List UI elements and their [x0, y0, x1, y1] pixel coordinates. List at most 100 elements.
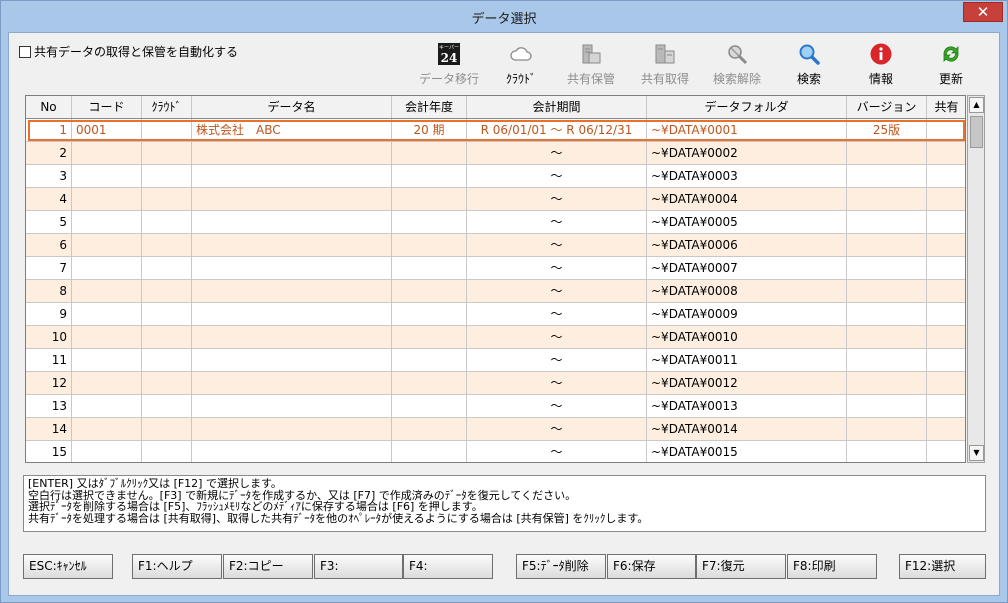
table-row[interactable]: 13 〜 ~¥DATA¥0013: [26, 395, 965, 418]
table-row[interactable]: 12 〜 ~¥DATA¥0012: [26, 372, 965, 395]
table-row[interactable]: 3 〜 ~¥DATA¥0003: [26, 165, 965, 188]
refresh-icon: [943, 46, 959, 62]
cell-cloud: [142, 188, 192, 210]
col-header-folder[interactable]: データフォルダ: [647, 96, 847, 118]
cell-year: [392, 418, 467, 440]
vertical-scrollbar[interactable]: ▲ ▼: [967, 95, 985, 463]
data-table[interactable]: No コード ｸﾗｳﾄﾞ データ名 会計年度 会計期間 データフォルダ バージョ…: [25, 95, 966, 463]
f4-button[interactable]: F4:: [403, 554, 493, 579]
cell-folder: ~¥DATA¥0008: [647, 280, 847, 302]
close-button[interactable]: ✕: [963, 2, 1003, 22]
table-row[interactable]: 10 〜 ~¥DATA¥0010: [26, 326, 965, 349]
auto-share-checkbox[interactable]: 共有データの取得と保管を自動化する: [19, 43, 238, 60]
col-header-period[interactable]: 会計期間: [467, 96, 647, 118]
table-row[interactable]: 8 〜 ~¥DATA¥0008: [26, 280, 965, 303]
cell-year: [392, 441, 467, 462]
toolbar-share-get-label: 共有取得: [640, 72, 689, 86]
title-bar[interactable]: データ選択 ✕: [1, 1, 1007, 32]
cell-period: 〜: [467, 395, 647, 417]
cell-name: [192, 372, 392, 394]
scroll-thumb[interactable]: [970, 116, 983, 148]
cell-shared: [927, 418, 965, 440]
f1-help-button[interactable]: F1:ヘルプ: [132, 554, 222, 579]
cell-version: 25版: [847, 119, 927, 141]
cell-shared: [927, 441, 965, 462]
table-row[interactable]: 2 〜 ~¥DATA¥0002: [26, 142, 965, 165]
scroll-down-button[interactable]: ▼: [969, 445, 984, 461]
col-header-cloud[interactable]: ｸﾗｳﾄﾞ: [142, 96, 192, 118]
table-row[interactable]: 4 〜 ~¥DATA¥0004: [26, 188, 965, 211]
table-row[interactable]: 6 〜 ~¥DATA¥0006: [26, 234, 965, 257]
cell-cloud: [142, 257, 192, 279]
col-header-name[interactable]: データ名: [192, 96, 392, 118]
f3-button[interactable]: F3:: [314, 554, 403, 579]
cell-version: [847, 395, 927, 417]
toolbar-migrate-button[interactable]: キーパー 24 データ移行: [419, 42, 479, 86]
toolbar-share-get-button[interactable]: 共有取得: [635, 42, 695, 86]
auto-share-label: 共有データの取得と保管を自動化する: [34, 45, 239, 59]
cell-cloud: [142, 211, 192, 233]
col-header-shared[interactable]: 共有: [927, 96, 965, 118]
cell-name: [192, 349, 392, 371]
f6-save-button[interactable]: F6:保存: [607, 554, 696, 579]
table-row[interactable]: 5 〜 ~¥DATA¥0005: [26, 211, 965, 234]
table-row[interactable]: 14 〜 ~¥DATA¥0014: [26, 418, 965, 441]
col-header-version[interactable]: バージョン: [847, 96, 927, 118]
col-header-code[interactable]: コード: [72, 96, 142, 118]
cell-folder: ~¥DATA¥0015: [647, 441, 847, 462]
keeper24-logo-icon: キーパー 24: [438, 43, 460, 65]
cell-shared: [927, 395, 965, 417]
window-title: データ選択: [471, 12, 537, 27]
col-header-year[interactable]: 会計年度: [392, 96, 467, 118]
f7-restore-button[interactable]: F7:復元: [696, 554, 786, 579]
f2-copy-button[interactable]: F2:コピー: [223, 554, 313, 579]
toolbar-search-clear-label: 検索解除: [712, 72, 761, 86]
cell-name: [192, 326, 392, 348]
cell-code: [72, 441, 142, 462]
cell-period: 〜: [467, 280, 647, 302]
cell-year: [392, 234, 467, 256]
cell-name: 株式会社 ABC: [192, 119, 392, 141]
cell-year: [392, 165, 467, 187]
cell-folder: ~¥DATA¥0004: [647, 188, 847, 210]
scroll-up-button[interactable]: ▲: [969, 97, 984, 113]
table-row[interactable]: 15 〜 ~¥DATA¥0015: [26, 441, 965, 462]
cell-cloud: [142, 349, 192, 371]
col-header-no[interactable]: No: [26, 96, 72, 118]
table-row[interactable]: 9 〜 ~¥DATA¥0009: [26, 303, 965, 326]
help-text-box: [ENTER] 又はﾀﾞﾌﾞﾙｸﾘｯｸ又は [F12] で選択します。 空白行は…: [23, 475, 986, 532]
toolbar-cloud-button[interactable]: ｸﾗｳﾄﾞ: [491, 42, 551, 86]
cell-no: 8: [26, 280, 72, 302]
cell-name: [192, 418, 392, 440]
toolbar-share-store-button[interactable]: 共有保管: [561, 42, 621, 86]
toolbar-search-clear-button[interactable]: 検索解除: [707, 42, 767, 86]
esc-cancel-button[interactable]: ESC:ｷｬﾝｾﾙ: [23, 554, 113, 579]
cell-folder: ~¥DATA¥0012: [647, 372, 847, 394]
toolbar-info-button[interactable]: 情報: [851, 42, 911, 86]
cell-folder: ~¥DATA¥0013: [647, 395, 847, 417]
f12-select-button[interactable]: F12:選択: [899, 554, 986, 579]
help-line: 共有ﾃﾞｰﾀを処理する場合は [共有取得]、取得した共有ﾃﾞｰﾀを他のｵﾍﾟﾚｰ…: [28, 511, 649, 525]
cell-shared: [927, 372, 965, 394]
toolbar-refresh-button[interactable]: 更新: [921, 42, 981, 86]
cell-name: [192, 211, 392, 233]
cell-code: [72, 303, 142, 325]
cell-period: 〜: [467, 326, 647, 348]
f8-print-button[interactable]: F8:印刷: [787, 554, 877, 579]
cell-code: [72, 142, 142, 164]
cell-no: 13: [26, 395, 72, 417]
table-row[interactable]: 1 0001 株式会社 ABC 20 期R 06/01/01 〜 R 06/12/31…: [26, 119, 965, 142]
table-row[interactable]: 7 〜 ~¥DATA¥0007: [26, 257, 965, 280]
cell-cloud: [142, 418, 192, 440]
cell-folder: ~¥DATA¥0014: [647, 418, 847, 440]
toolbar-search-button[interactable]: 検索: [779, 42, 839, 86]
f5-delete-data-button[interactable]: F5:ﾃﾞｰﾀ削除: [516, 554, 606, 579]
cell-period: 〜: [467, 372, 647, 394]
cell-no: 14: [26, 418, 72, 440]
cell-cloud: [142, 165, 192, 187]
table-row[interactable]: 11 〜 ~¥DATA¥0011: [26, 349, 965, 372]
checkbox-box[interactable]: [19, 45, 31, 58]
cell-folder: ~¥DATA¥0005: [647, 211, 847, 233]
cell-period: 〜: [467, 257, 647, 279]
cell-year: [392, 142, 467, 164]
